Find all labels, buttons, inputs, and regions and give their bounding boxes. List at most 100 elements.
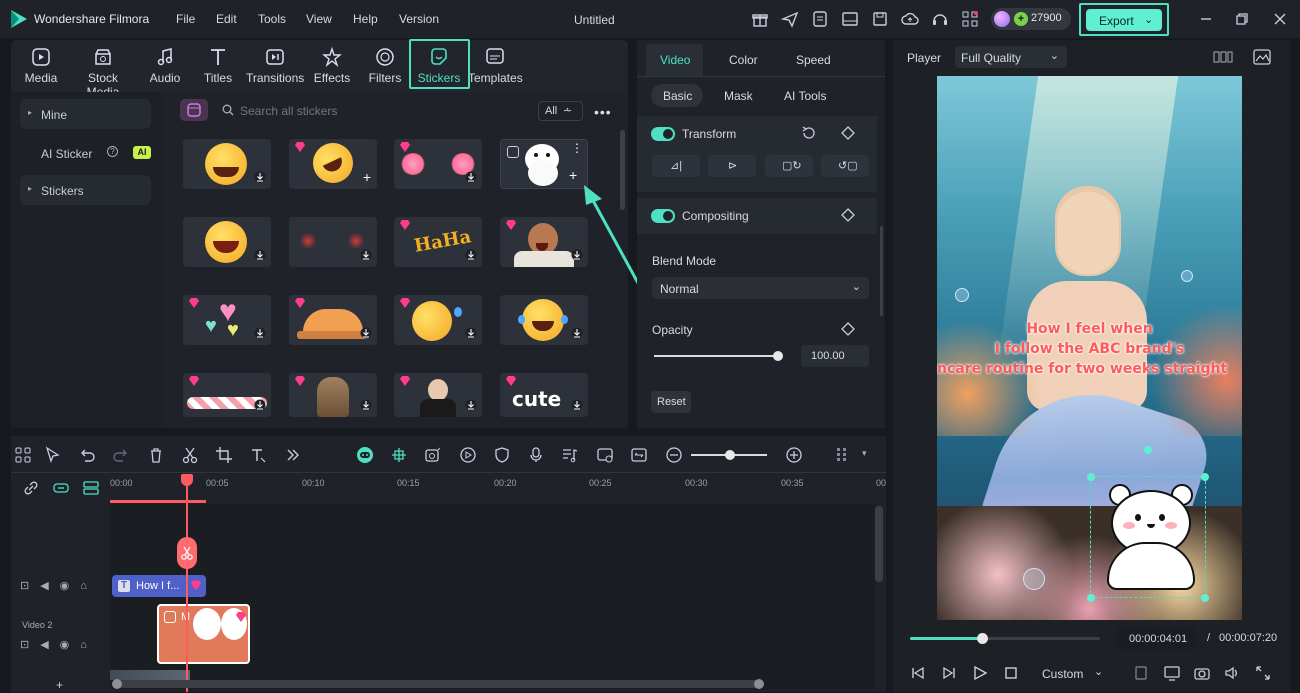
- tab-color[interactable]: Color: [729, 53, 758, 67]
- track1-controls[interactable]: ⊡◀◉⌂: [20, 579, 98, 592]
- sticker-card-haha-text[interactable]: HaHa: [394, 217, 482, 267]
- play-icon[interactable]: [972, 665, 988, 681]
- subtab-mask[interactable]: Mask: [724, 89, 753, 103]
- timeline-view-options-icon[interactable]: [834, 446, 852, 464]
- reset-rotate-icon[interactable]: [801, 125, 817, 141]
- download-icon[interactable]: [360, 399, 372, 411]
- track-manager-icon[interactable]: [82, 479, 100, 497]
- sticker-card-facepalm-person[interactable]: [394, 373, 482, 417]
- download-icon[interactable]: [465, 399, 477, 411]
- export-button[interactable]: Export ⌄: [1086, 9, 1162, 31]
- document-icon[interactable]: [811, 10, 829, 28]
- ai-mate-icon[interactable]: [356, 446, 374, 464]
- snap-icon[interactable]: [390, 446, 408, 464]
- current-time-display[interactable]: 00:00:04:01: [1116, 628, 1196, 650]
- magnet-link-icon[interactable]: [52, 479, 70, 497]
- stop-icon[interactable]: [1003, 665, 1019, 681]
- add-icon[interactable]: +: [569, 167, 577, 183]
- delete-icon[interactable]: [147, 446, 165, 464]
- sticker-card-grinning-emoji[interactable]: [183, 217, 271, 267]
- scrollbar-handle-left[interactable]: [112, 679, 122, 689]
- sticker-card-cat-photo[interactable]: [289, 373, 377, 417]
- reset-button[interactable]: Reset: [651, 391, 691, 413]
- play-circle-icon[interactable]: [459, 446, 477, 464]
- sticker-card-peeking-cat[interactable]: [289, 295, 377, 345]
- rotate-left-button[interactable]: ↺▢: [821, 155, 869, 177]
- title-clip[interactable]: T How I f...: [112, 575, 206, 597]
- sticker-card-rofl-emoji[interactable]: +: [289, 139, 377, 189]
- sidebar-item-ai-sticker[interactable]: AI Sticker? AI: [20, 138, 151, 168]
- download-icon[interactable]: [360, 327, 372, 339]
- resize-handle[interactable]: [1201, 594, 1209, 602]
- sticker-card-cry-laugh[interactable]: [500, 295, 588, 345]
- split-marker[interactable]: [177, 537, 197, 569]
- zoom-in-icon[interactable]: [785, 446, 803, 464]
- close-icon[interactable]: [1270, 9, 1290, 29]
- download-icon[interactable]: [360, 249, 372, 261]
- download-icon[interactable]: [465, 171, 477, 183]
- quality-select[interactable]: Full Quality ⌄: [955, 46, 1067, 68]
- menu-view[interactable]: View: [306, 12, 332, 26]
- download-icon[interactable]: [571, 399, 583, 411]
- volume-icon[interactable]: [1223, 664, 1241, 682]
- crop-icon[interactable]: [215, 446, 233, 464]
- tab-transitions[interactable]: Transitions: [246, 46, 304, 92]
- sidebar-item-mine[interactable]: ▸ Mine: [20, 99, 151, 129]
- subtab-basic[interactable]: Basic: [651, 84, 703, 107]
- save-icon[interactable]: [871, 10, 889, 28]
- download-icon[interactable]: [254, 327, 266, 339]
- rotate-handle[interactable]: [1144, 446, 1152, 454]
- music-list-icon[interactable]: [561, 446, 579, 464]
- track2-controls[interactable]: ⊡◀◉⌂: [20, 638, 98, 651]
- tab-filters[interactable]: Filters: [366, 46, 404, 92]
- select-tool-icon[interactable]: [44, 446, 62, 464]
- sticker-card-blush-cheeks[interactable]: [394, 139, 482, 189]
- sticker-clip[interactable]: M: [157, 604, 250, 664]
- more-options-icon[interactable]: •••: [594, 104, 612, 120]
- opacity-slider-track[interactable]: [654, 355, 778, 357]
- rotate-right-button[interactable]: ▢↻: [765, 155, 813, 177]
- download-icon[interactable]: [465, 327, 477, 339]
- sticker-card-white-bear[interactable]: ⋮ +: [500, 139, 588, 189]
- previous-frame-icon[interactable]: [910, 665, 926, 681]
- add-icon[interactable]: +: [363, 170, 371, 184]
- send-icon[interactable]: [781, 10, 799, 28]
- sticker-card-tears-of-joy[interactable]: [394, 295, 482, 345]
- more-tools-icon[interactable]: [284, 446, 302, 464]
- opacity-input[interactable]: 100.00: [801, 345, 869, 367]
- link-icon[interactable]: [22, 479, 40, 497]
- zoom-out-icon[interactable]: [665, 446, 683, 464]
- sticker-card-cute-text[interactable]: cute: [500, 373, 588, 417]
- flip-horizontal-button[interactable]: ⊿|: [652, 155, 700, 177]
- compositing-toggle[interactable]: [651, 209, 675, 223]
- layout-grid-icon[interactable]: [14, 446, 32, 464]
- keyframe-diamond-icon[interactable]: [841, 126, 855, 140]
- opacity-slider-thumb[interactable]: [773, 351, 783, 361]
- filter-dropdown[interactable]: All ⩪: [538, 101, 583, 121]
- sidebar-item-stickers[interactable]: ▸ Stickers: [20, 175, 151, 205]
- next-frame-icon[interactable]: [941, 665, 957, 681]
- shield-icon[interactable]: [493, 446, 511, 464]
- subtab-ai-tools[interactable]: AI Tools: [784, 89, 826, 103]
- menu-version[interactable]: Version: [399, 12, 439, 26]
- keyframe-diamond-icon[interactable]: [841, 208, 855, 222]
- tab-speed[interactable]: Speed: [796, 53, 831, 67]
- resize-handle[interactable]: [1087, 594, 1095, 602]
- playhead-handle[interactable]: [181, 474, 193, 486]
- split-scissors-icon[interactable]: [181, 446, 199, 464]
- playhead[interactable]: [186, 481, 188, 692]
- blend-mode-select[interactable]: Normal ⌄: [652, 277, 869, 299]
- download-icon[interactable]: [465, 249, 477, 261]
- mark-in-icon[interactable]: [1133, 665, 1149, 681]
- resize-handle[interactable]: [1201, 473, 1209, 481]
- minimize-icon[interactable]: [1196, 9, 1216, 29]
- restore-icon[interactable]: [1232, 9, 1252, 29]
- sticker-card-loading-bar[interactable]: [183, 373, 271, 417]
- timeline-horizontal-scrollbar[interactable]: [114, 680, 762, 688]
- chevron-down-icon[interactable]: ▾: [862, 448, 867, 459]
- download-icon[interactable]: [254, 399, 266, 411]
- video-clip-strip[interactable]: [110, 670, 190, 680]
- keyframe-diamond-icon[interactable]: [841, 322, 855, 336]
- download-icon[interactable]: [254, 171, 266, 183]
- sticker-card-hearts[interactable]: ♥ ♥ ♥: [183, 295, 271, 345]
